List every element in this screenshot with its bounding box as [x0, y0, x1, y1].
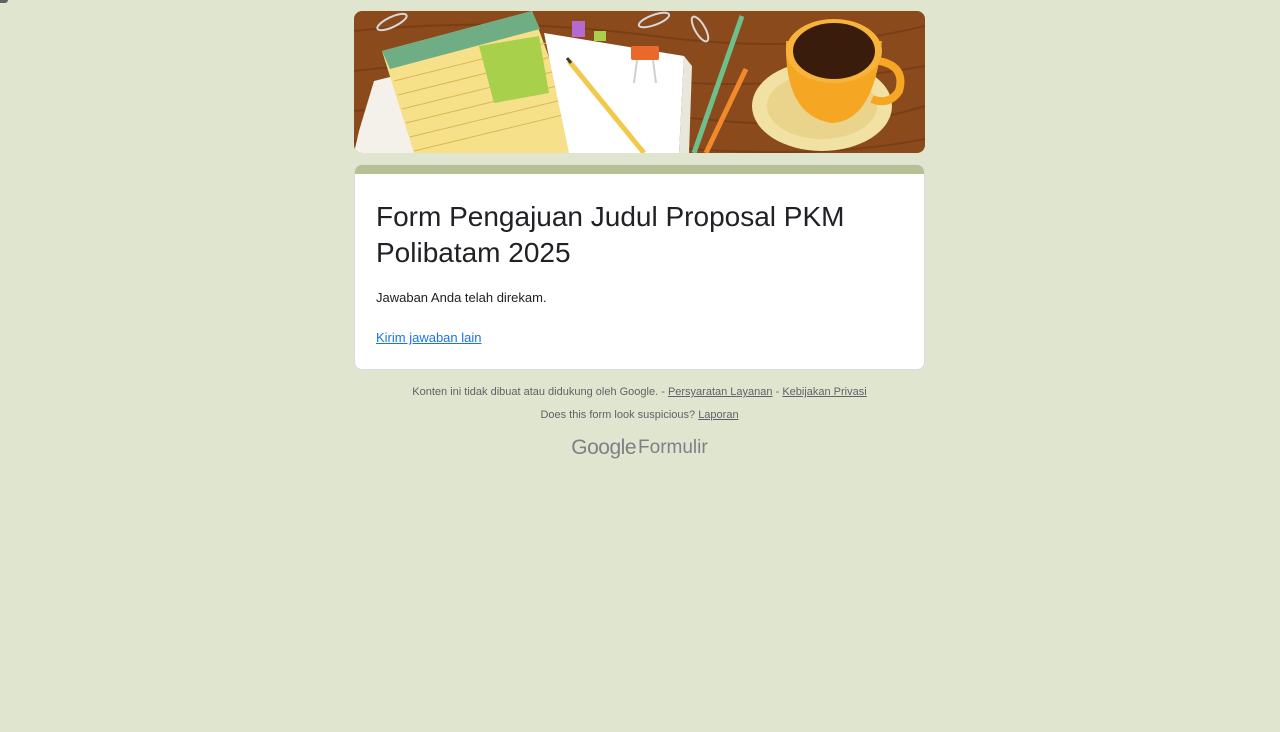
- confirmation-card: Form Pengajuan Judul Proposal PKM Poliba…: [354, 164, 925, 370]
- google-forms-logo[interactable]: Google Formulir: [354, 436, 925, 459]
- footer-report-line: Does this form look suspicious? Laporan: [354, 407, 925, 423]
- header-image: [354, 11, 925, 153]
- card-accent-bar: [355, 165, 924, 174]
- corner-indicator: [0, 0, 8, 3]
- submit-another-response-link[interactable]: Kirim jawaban lain: [376, 329, 482, 347]
- report-link[interactable]: Laporan: [698, 409, 738, 421]
- confirmation-message: Jawaban Anda telah direkam.: [376, 290, 547, 305]
- forms-wordmark: Formulir: [638, 437, 708, 458]
- form-title: Form Pengajuan Judul Proposal PKM Poliba…: [376, 201, 845, 268]
- terms-of-service-link[interactable]: Persyaratan Layanan: [668, 386, 773, 398]
- google-wordmark: Google: [571, 436, 637, 459]
- footer: Konten ini tidak dibuat atau didukung ol…: [354, 384, 925, 459]
- disclaimer-text: Konten ini tidak dibuat atau didukung ol…: [412, 386, 665, 398]
- footer-separator: -: [775, 386, 780, 398]
- card-body: Form Pengajuan Judul Proposal PKM Poliba…: [355, 174, 924, 369]
- privacy-policy-link[interactable]: Kebijakan Privasi: [782, 386, 866, 398]
- suspicious-text: Does this form look suspicious?: [540, 409, 696, 421]
- form-container: Form Pengajuan Judul Proposal PKM Poliba…: [354, 11, 925, 459]
- footer-disclaimer-line: Konten ini tidak dibuat atau didukung ol…: [354, 384, 925, 400]
